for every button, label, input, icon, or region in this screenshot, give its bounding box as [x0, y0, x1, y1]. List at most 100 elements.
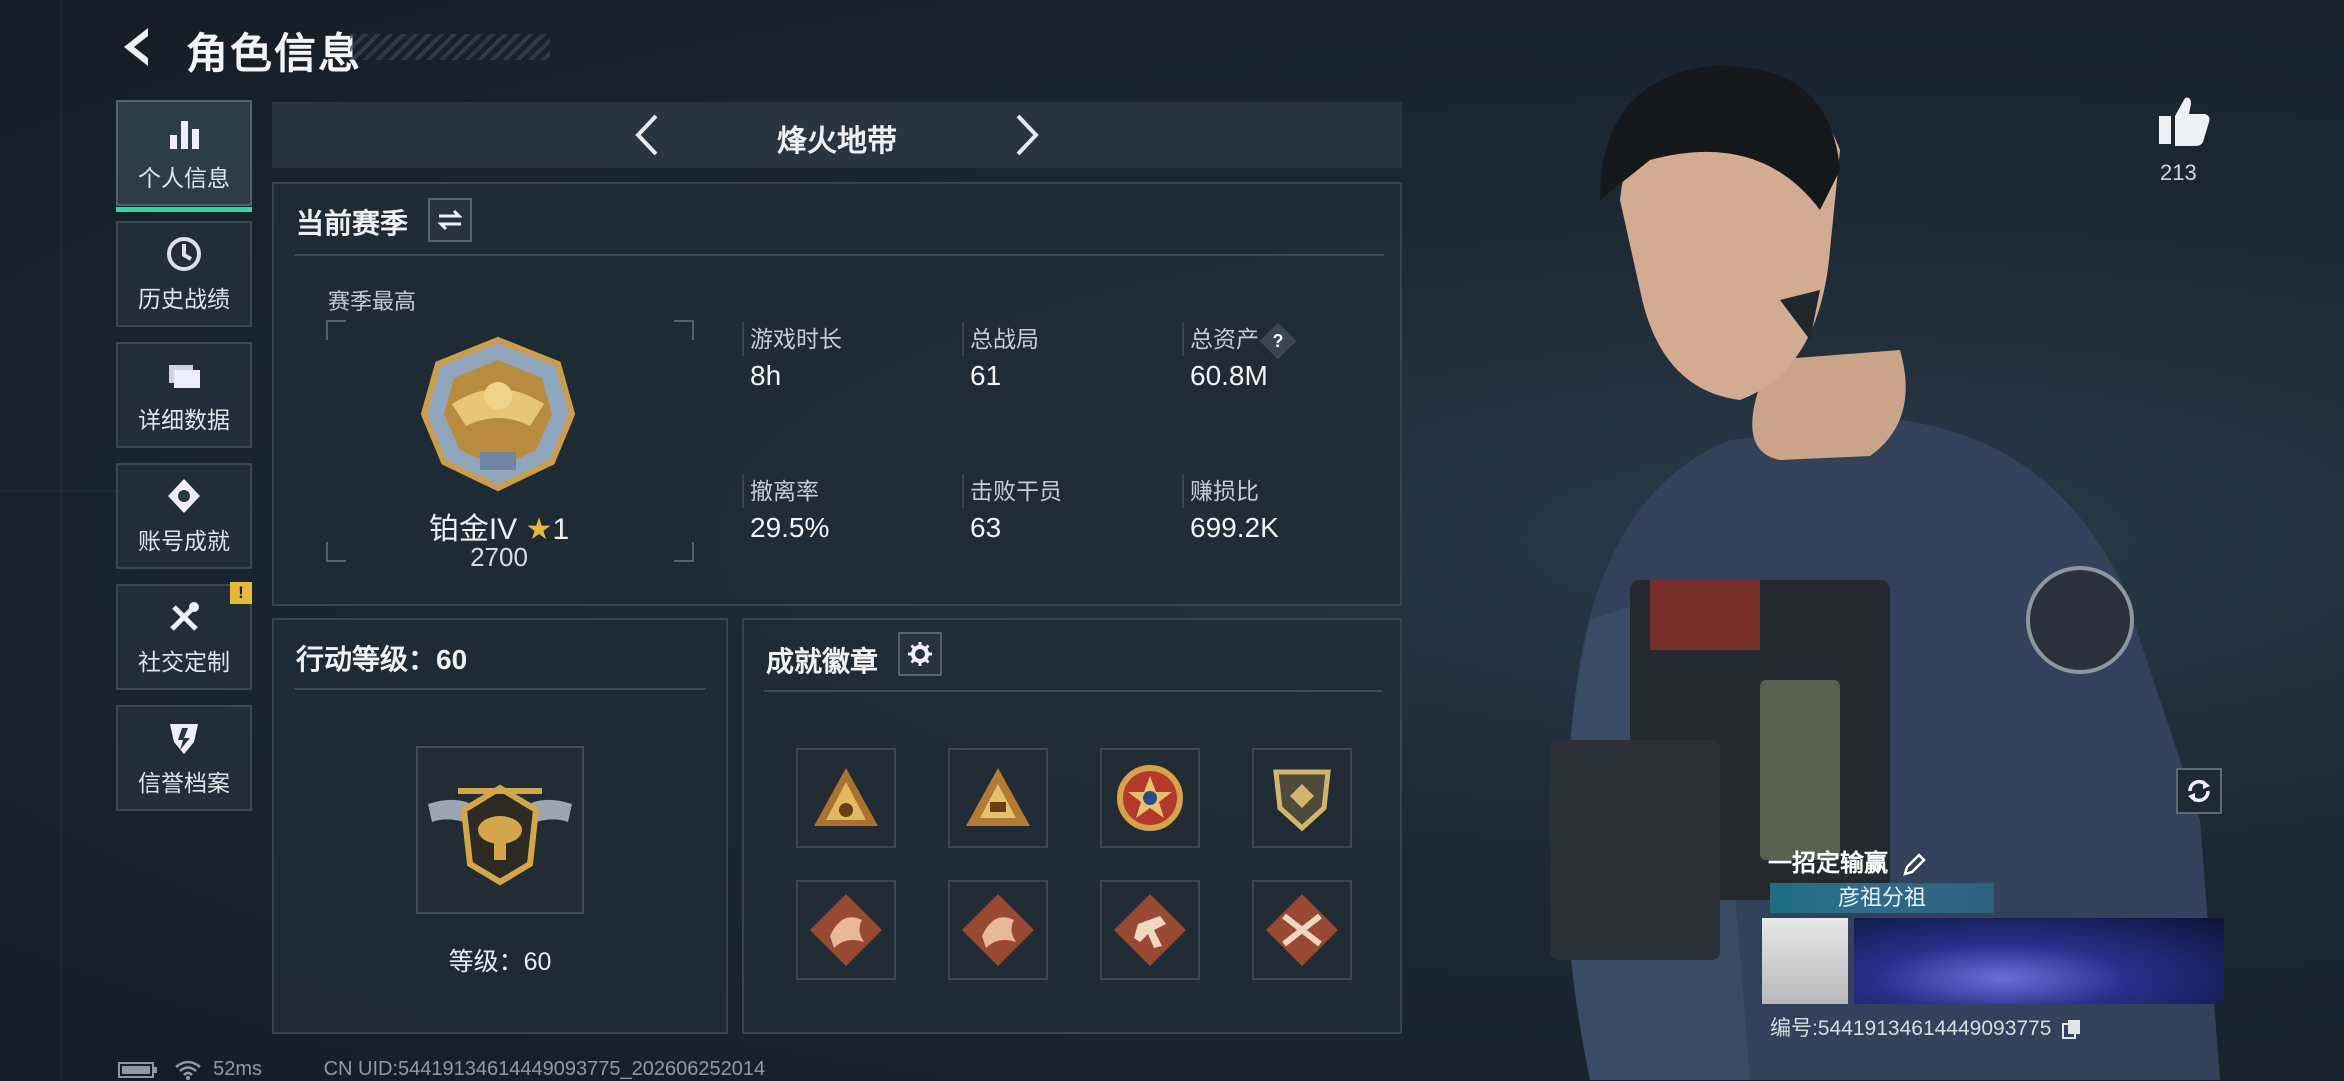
sidebar-item-label: 详细数据: [138, 407, 230, 433]
sidebar-item-achievements[interactable]: 账号成就: [116, 463, 252, 569]
copy-icon[interactable]: [2061, 1018, 2083, 1040]
sidebar: 个人信息 历史战绩 详细数据 账号成就 ! 社交定制 信誉档案: [116, 100, 254, 826]
stat-label-assets-text: 总资产: [1190, 326, 1259, 352]
achievement-badge[interactable]: [948, 748, 1048, 848]
achievement-badge[interactable]: [796, 748, 896, 848]
refresh-icon: [2188, 779, 2210, 803]
stat-separator: [742, 322, 744, 356]
season-title: 当前赛季: [296, 208, 409, 239]
stat-separator: [962, 322, 964, 356]
like-count: 213: [2160, 160, 2197, 185]
folder-icon: [169, 365, 200, 388]
alert-badge: !: [230, 582, 252, 604]
level-title: 行动等级：60: [296, 644, 468, 675]
runner-badge-icon: [1114, 894, 1186, 966]
level-text: 等级：60: [448, 948, 552, 976]
season-panel: 当前赛季 赛季最高 铂金IV ★1 2700 游戏时长 8h 总战局 61 总资…: [272, 182, 1402, 606]
refresh-button[interactable]: [2176, 768, 2222, 814]
title-decoration: [350, 34, 550, 60]
thumbs-up-icon[interactable]: [2155, 92, 2213, 150]
profile-banner: [1762, 918, 2224, 1004]
sidebar-item-reputation[interactable]: 信誉档案: [116, 705, 252, 811]
sidebar-item-label: 个人信息: [138, 165, 230, 191]
tools-icon: [170, 602, 199, 631]
wifi-icon: [174, 1060, 201, 1080]
switch-season-button[interactable]: [428, 198, 472, 242]
stat-value-playtime: 8h: [750, 360, 782, 391]
frame-corner: [674, 542, 694, 562]
sidebar-item-label: 信誉档案: [138, 770, 230, 796]
achievement-badge[interactable]: [948, 880, 1048, 980]
sidebar-item-label: 社交定制: [138, 649, 230, 675]
frame-corner: [674, 320, 694, 340]
medal-icon: [168, 479, 200, 513]
frame-corner: [326, 320, 346, 340]
guild-tag: 彦祖分祖: [1770, 883, 1994, 913]
page-title: 角色信息: [186, 30, 363, 77]
stat-label-playtime: 游戏时长: [750, 326, 842, 352]
edit-icon[interactable]: [1901, 852, 1927, 878]
level-emblem-frame: [416, 746, 584, 914]
player-id-text: 编号:5441913461444909377​5: [1770, 1017, 2052, 1040]
swap-icon: [437, 209, 463, 231]
star-wreath-badge-icon: [1117, 765, 1183, 831]
stat-separator: [962, 474, 964, 508]
sidebar-item-label: 历史战绩: [138, 286, 230, 312]
nickname-text: 一招定输赢: [1768, 850, 1888, 877]
stat-label-assets: 总资产?: [1190, 320, 1297, 360]
avatar[interactable]: [1762, 918, 1848, 1004]
stat-separator: [1182, 474, 1184, 508]
stat-value-extract-rate: 29.5%: [750, 512, 830, 543]
stat-value-assets: 60.8M: [1190, 360, 1268, 391]
rank-emblem-icon: [420, 336, 576, 492]
shield-badge-icon: [1273, 769, 1331, 832]
help-mark: ?: [1272, 330, 1284, 351]
level-panel: 行动等级：60 等级：60: [272, 618, 728, 1034]
status-bar: 52ms CN UID:54419134614449093775_2026062…: [118, 1058, 765, 1081]
sidebar-item-label: 账号成就: [138, 528, 230, 554]
frame-corner: [326, 542, 346, 562]
stat-value-matches: 61: [970, 360, 1002, 391]
gear-icon: [908, 642, 932, 666]
grid-line: [0, 490, 120, 492]
stat-value-kills: 63: [970, 512, 1002, 543]
back-arrow-icon[interactable]: [114, 22, 164, 72]
battery-icon: [118, 1061, 157, 1078]
stat-separator: [742, 474, 744, 508]
achievement-badge[interactable]: [1252, 748, 1352, 848]
helicopter-emblem-icon: [428, 784, 572, 886]
achievement-badge[interactable]: [1252, 880, 1352, 980]
season-best-label: 赛季最高: [328, 289, 417, 314]
achievements-title: 成就徽章: [766, 646, 879, 677]
triangle-badge-icon: [966, 768, 1030, 826]
divider: [294, 688, 706, 690]
achievement-settings-button[interactable]: [898, 632, 942, 676]
stat-label-extract-rate: 撤离率: [750, 478, 819, 504]
clock-icon: [167, 237, 201, 271]
name-card: [1854, 918, 2224, 1004]
crossed-guns-badge-icon: [1266, 894, 1338, 966]
sidebar-item-personal-info[interactable]: 个人信息: [116, 100, 252, 212]
divider: [294, 254, 1384, 256]
stat-value-profit-ratio: 699.2K: [1190, 512, 1279, 543]
divider: [764, 690, 1382, 692]
sidebar-item-social[interactable]: ! 社交定制: [116, 582, 252, 690]
dragon-badge-icon: [810, 894, 882, 966]
rank-score: 2700: [470, 542, 528, 572]
player-nickname: 一招定输赢: [1768, 843, 1927, 878]
sidebar-item-detailed-data[interactable]: 详细数据: [116, 342, 252, 448]
mode-name: 烽火地带: [777, 125, 897, 158]
mode-selector: 烽火地带: [272, 102, 1402, 168]
sidebar-item-history[interactable]: 历史战绩: [116, 221, 252, 327]
shield-icon: [170, 724, 198, 754]
help-icon[interactable]: ?: [1259, 322, 1297, 360]
achievement-badge[interactable]: [1100, 880, 1200, 980]
grid-line: [60, 0, 62, 1080]
achievement-badge[interactable]: [796, 880, 896, 980]
stat-label-kills: 击败干员: [970, 478, 1062, 504]
achievements-panel: 成就徽章: [742, 618, 1402, 1034]
cn-uid: CN UID:54419134614449093775_202606252014: [323, 1058, 766, 1080]
chevron-right-icon[interactable]: [1000, 110, 1050, 160]
stat-label-matches: 总战局: [970, 326, 1039, 352]
achievement-badge[interactable]: [1100, 748, 1200, 848]
